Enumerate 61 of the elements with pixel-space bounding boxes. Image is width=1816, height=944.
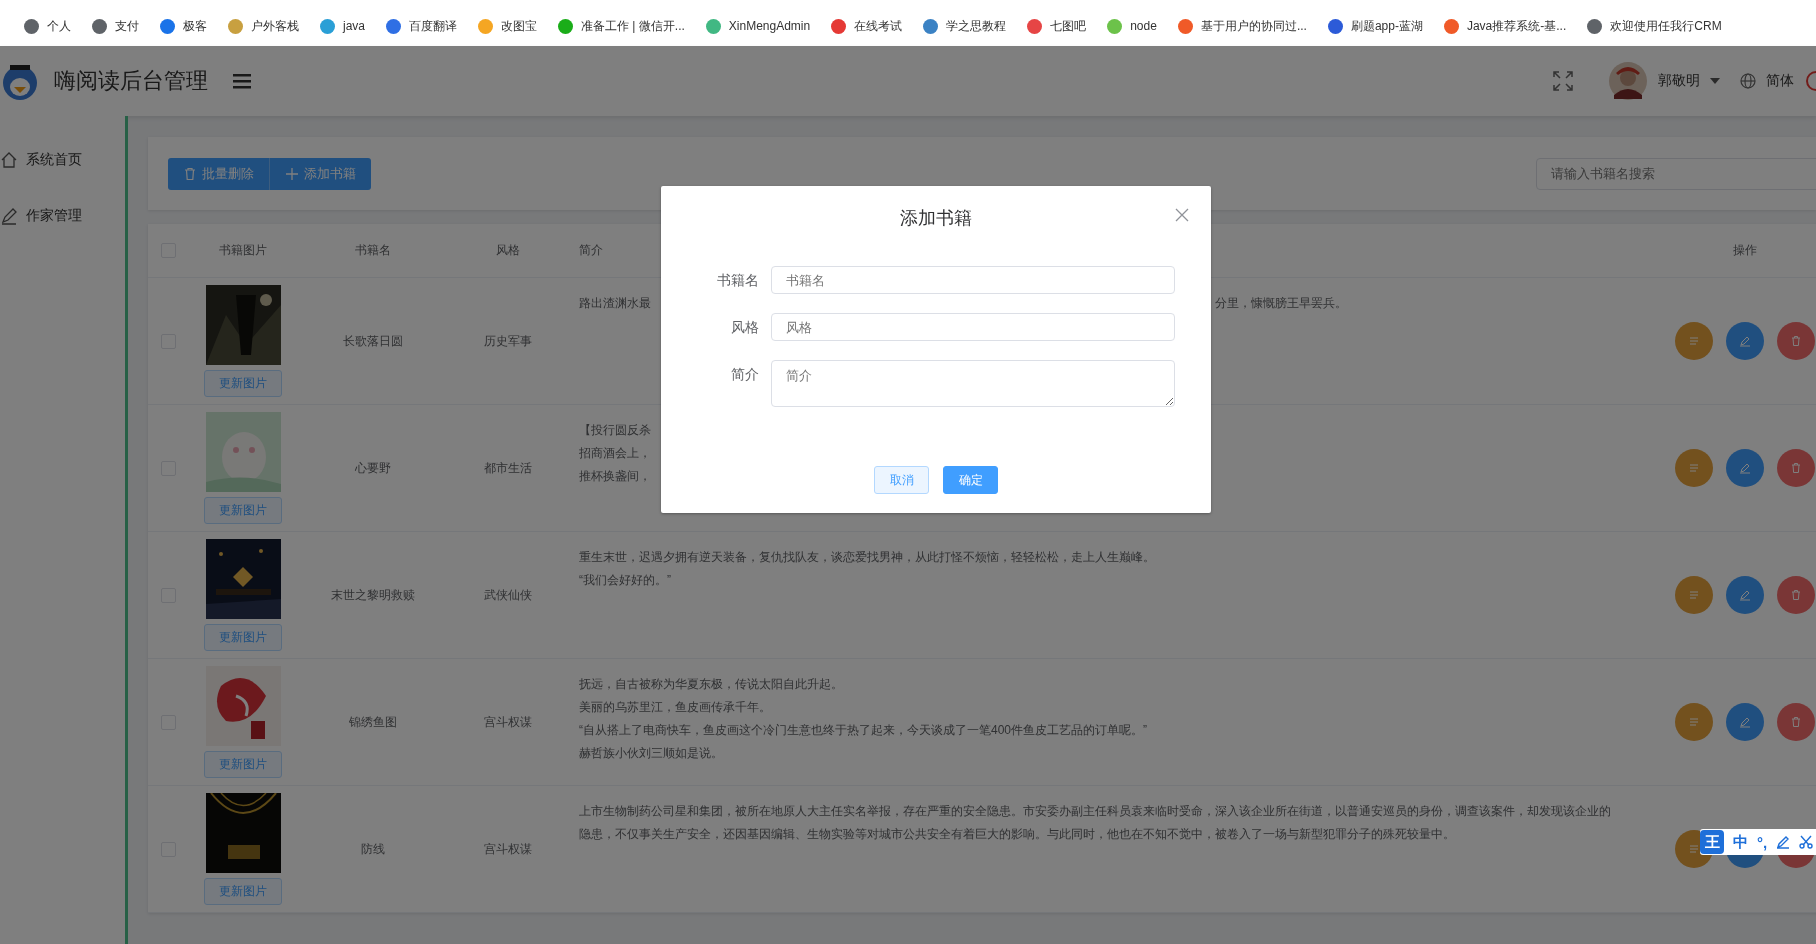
app-title: 嗨阅读后台管理 [54,67,208,95]
bookmark[interactable]: 支付 [92,17,139,35]
table-cell: 宫斗权谋 [484,840,532,858]
field-label: 简介 [730,365,760,384]
ime-logo[interactable]: 王 [1700,830,1724,854]
description-text: 抚远，自古被称为华夏东极，传说太阳自此升起。 [579,677,843,691]
field-label: 风格 [730,318,760,337]
table-cell: 长歌落日圆 [343,332,403,350]
column-header: 风格 [496,242,520,259]
bookmark[interactable]: 在线考试 [831,17,903,35]
bookmark[interactable]: java [320,18,365,34]
bookmark[interactable]: 欢迎使用任我行CRM [1587,17,1722,35]
bookmark[interactable]: 基于用户的协同过... [1177,17,1307,35]
bookmark[interactable]: 个人 [24,17,71,35]
description-text: 招商酒会上， [579,446,651,460]
description-text: 赫哲族小伙刘三顺如是说。 [579,746,723,760]
description-text: 推杯换盏间， [579,469,651,483]
description-text: 美丽的乌苏里江，鱼皮画传承千年。 [579,700,771,714]
bookmark[interactable]: 准备工作 | 微信开... [558,17,685,35]
ime-button[interactable]: °, [1757,833,1768,851]
table-cell: 武侠仙侠 [484,586,532,604]
column-header: 操作 [1733,242,1757,259]
table-cell: 心要野 [355,459,391,477]
description-text: 【投行圆反杀 [579,423,651,437]
user-menu[interactable]: 郭敬明 [1658,72,1700,90]
bookmark[interactable]: XinMengAdmin [705,18,811,34]
table-cell: 锦绣鱼图 [349,713,397,731]
bookmark[interactable]: 改图宝 [478,17,537,35]
table-cell: 防线 [361,840,385,858]
input-field[interactable]: 书籍名 [771,266,1175,294]
input-field[interactable]: 风格 [771,313,1175,341]
field-label: 书籍名 [716,271,760,290]
sidebar-item[interactable]: 作家管理 [0,188,125,244]
table-cell: 末世之黎明救赎 [331,586,415,604]
column-header: 书籍名 [355,242,391,259]
text-area[interactable]: 简介 [771,360,1175,407]
language-label: 简体 [1766,72,1794,90]
table-cell: 宫斗权谋 [484,713,532,731]
bookmark[interactable]: 刷题app-蓝湖 [1327,17,1423,35]
description-text: 上市生物制药公司星和集团，被所在地原人大主任实名举报，存在严重的安全隐患。市安委办副主任科员袁来临时受命，深入该企业所在街道，以普通安巡员的身份，调查该案件，却发现该企业的 [579,804,1611,818]
column-header: 简介 [579,242,603,259]
description-text: “我们会好好的。” [579,573,671,587]
description-text: 路出渣渊水最 [579,296,651,310]
ime-button[interactable]: 中 [1733,832,1748,852]
description-text: “自从搭上了电商快车，鱼皮画这个冷门生意也终于热了起来，今天谈成了一笔400件鱼皮工艺品的订单呢。” [579,723,1147,737]
bookmark[interactable]: node [1107,18,1157,34]
sidebar-item[interactable]: 系统首页 [0,132,125,188]
description-text: 重生末世，迟遇夕拥有逆天装备，复仇找队友，谈恋爱找男神，从此打怪不烦恼，轻轻松松，走上人生巅峰。 [579,550,1155,564]
bookmark[interactable]: Java推荐系统-基... [1443,17,1567,35]
dialog-title: 添加书籍 [900,207,972,230]
table-cell: 都市生活 [484,459,532,477]
bookmark[interactable]: 极客 [160,17,207,35]
bookmark[interactable]: 七图吧 [1027,17,1087,35]
description-text: 分里，慷慨膀王早罢兵。 [1215,295,1347,312]
table-cell: 历史军事 [484,332,532,350]
column-header: 书籍图片 [219,242,267,259]
bookmark[interactable]: 学之思教程 [923,17,1007,35]
search-field[interactable]: 请输入书籍名搜索 [1536,157,1816,190]
bookmark[interactable]: 百度翻译 [386,17,457,35]
description-text: 隐患，不仅事关生产安全，还因基因编辑、生物实验等对城市公共安全有着巨大的影响。与此同时，他也在不知不觉中，被卷入了一场与新型犯罪分子的殊死较量中。 [579,827,1455,841]
bookmark[interactable]: 户外客栈 [228,17,299,35]
